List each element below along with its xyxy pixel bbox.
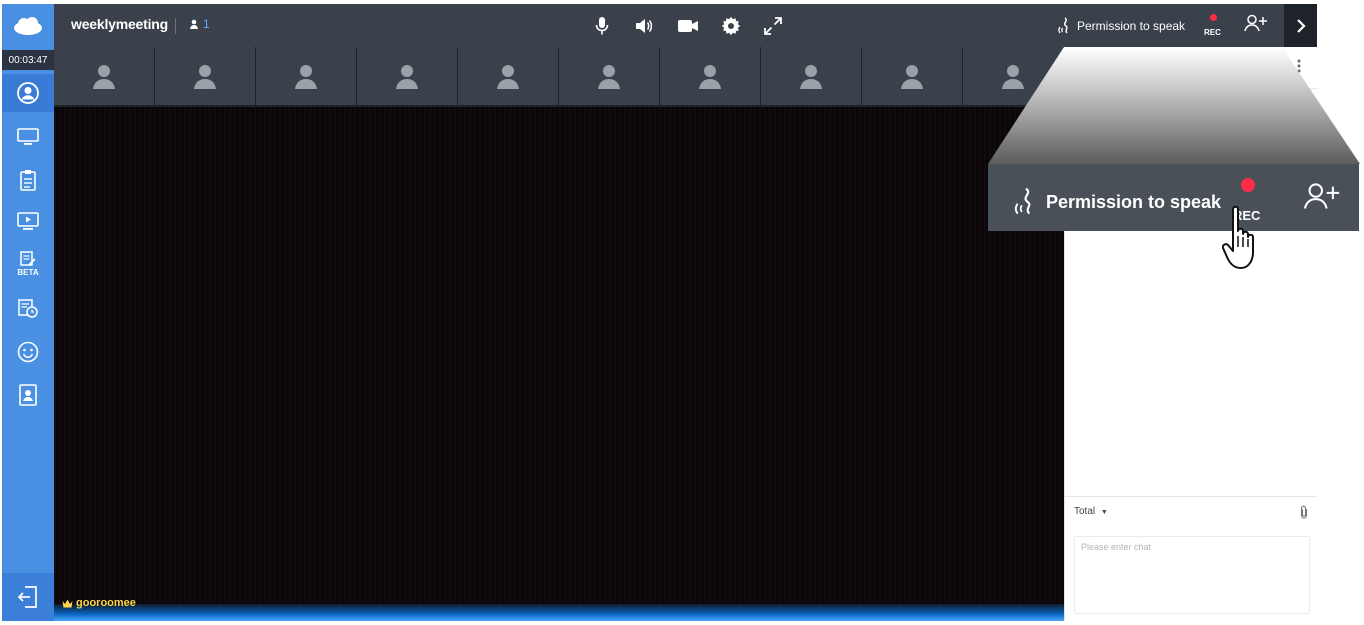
speak-request-icon	[1014, 187, 1031, 215]
schedule-icon[interactable]	[2, 289, 54, 327]
chat-filter-dropdown[interactable]: Total ▼	[1074, 506, 1108, 517]
add-user-icon[interactable]	[1244, 14, 1268, 37]
person-placeholder-icon	[396, 65, 418, 89]
chat-input-box[interactable]	[1074, 536, 1310, 614]
screen-share-icon[interactable]	[2, 118, 54, 156]
record-indicator-dot	[1241, 178, 1255, 192]
speak-request-icon	[1058, 17, 1068, 34]
participant-slot[interactable]	[155, 47, 255, 105]
person-placeholder-icon	[800, 65, 822, 89]
person-placeholder-icon	[194, 65, 216, 89]
left-sidebar: 00:03:47 BETA	[2, 4, 54, 621]
participant-count[interactable]: 1	[189, 17, 210, 31]
add-user-icon	[1302, 182, 1342, 215]
document-icon[interactable]	[2, 161, 54, 199]
video-owner-tag: gooroomee	[62, 597, 136, 609]
app-window: 00:03:47 BETA weeklymeeting 1 Permission…	[0, 0, 1364, 625]
participant-slot[interactable]	[357, 47, 457, 105]
settings-icon[interactable]	[719, 14, 743, 38]
video-play-icon[interactable]	[2, 203, 54, 241]
callout-permission-to-speak: Permission to speak	[1014, 187, 1221, 217]
attachment-icon[interactable]	[1299, 505, 1309, 524]
record-button[interactable]: REC	[1200, 12, 1226, 40]
participant-slot[interactable]	[458, 47, 558, 105]
participant-slot[interactable]	[862, 47, 962, 105]
main-video-area[interactable]	[54, 107, 1064, 604]
contact-card-icon[interactable]	[2, 376, 54, 414]
participant-count-value: 1	[203, 17, 210, 31]
meeting-timer: 00:03:47	[2, 50, 54, 70]
chat-filter-label: Total	[1074, 506, 1096, 517]
title-divider	[175, 18, 176, 34]
participant-slot[interactable]	[256, 47, 356, 105]
person-placeholder-icon	[901, 65, 923, 89]
camera-icon[interactable]	[676, 14, 700, 38]
participant-slot[interactable]	[559, 47, 659, 105]
panel-toggle-button[interactable]	[1284, 4, 1317, 47]
video-owner-name: gooroomee	[76, 597, 136, 609]
participant-strip	[54, 47, 1064, 107]
participant-slot[interactable]	[761, 47, 861, 105]
fullscreen-icon[interactable]	[761, 14, 785, 38]
top-toolbar: weeklymeeting 1	[54, 4, 1064, 47]
speaker-icon[interactable]	[632, 14, 656, 38]
caret-down-icon: ▼	[1100, 509, 1108, 516]
zoom-callout-funnel	[988, 47, 1360, 164]
crown-icon	[62, 599, 73, 607]
permission-to-speak-button[interactable]: Permission to speak	[1058, 17, 1185, 35]
exit-icon[interactable]	[2, 573, 54, 621]
beta-badge: BETA	[17, 268, 39, 277]
person-placeholder-icon	[699, 65, 721, 89]
chevron-right-icon	[1296, 18, 1306, 33]
zoom-callout-toolbar: Permission to speak REC	[988, 164, 1359, 231]
person-placeholder-icon	[497, 65, 519, 89]
emoji-icon[interactable]	[2, 333, 54, 371]
profile-icon[interactable]	[2, 74, 54, 112]
hand-pointer-cursor-icon	[1221, 204, 1258, 279]
chat-input[interactable]	[1075, 537, 1309, 613]
participant-slot[interactable]	[660, 47, 760, 105]
chat-filter-row: Total ▼	[1064, 496, 1317, 526]
person-placeholder-icon	[93, 65, 115, 89]
record-label: REC	[1204, 28, 1221, 37]
permission-to-speak-label: Permission to speak	[1077, 19, 1186, 33]
record-indicator-dot	[1210, 14, 1217, 21]
cloud-logo-icon	[2, 4, 54, 48]
person-icon	[190, 19, 198, 29]
person-placeholder-icon	[598, 65, 620, 89]
callout-permission-label: Permission to speak	[1046, 191, 1222, 212]
video-bottom-bar	[54, 604, 1064, 621]
microphone-icon[interactable]	[590, 14, 614, 38]
room-title: weeklymeeting	[71, 16, 168, 32]
person-placeholder-icon	[295, 65, 317, 89]
participant-slot[interactable]	[54, 47, 154, 105]
whiteboard-icon[interactable]: BETA	[2, 245, 54, 283]
top-toolbar-right: Permission to speak REC	[1042, 4, 1284, 47]
